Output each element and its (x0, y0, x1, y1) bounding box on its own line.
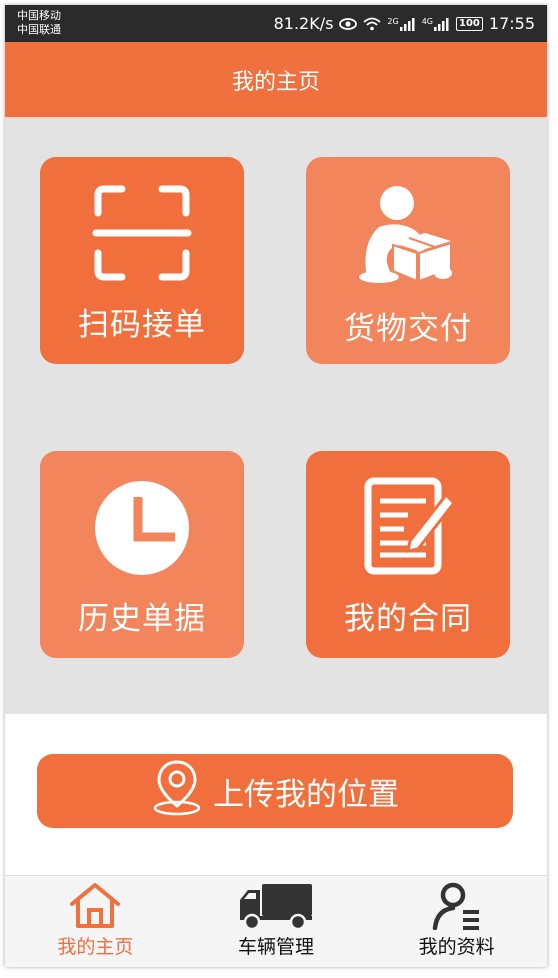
sim1-label: 2G (387, 16, 399, 26)
signal-icon-2: 4G (422, 17, 450, 31)
my-contract-tile[interactable]: 我的合同 (306, 451, 510, 658)
home-icon (5, 882, 186, 930)
truck-icon (186, 882, 367, 930)
bottom-nav: 我的主页 车辆管理 我的资料 (5, 875, 547, 967)
carrier-1: 中国移动 (17, 9, 61, 22)
carrier-2: 中国联通 (17, 23, 61, 36)
status-bar: 中国移动 中国联通 81.2K/s 2G 4G 100 17:55 (5, 5, 547, 42)
clock-icon (40, 479, 244, 577)
nav-item-home[interactable]: 我的主页 (5, 876, 186, 967)
upload-location-label: 上传我的位置 (213, 776, 399, 813)
carrier-info: 中国移动 中国联通 (17, 9, 61, 37)
battery-icon: 100 (456, 16, 483, 31)
sim2-label: 4G (421, 16, 434, 26)
clock-time: 17:55 (488, 14, 535, 33)
nav-label-vehicle: 车辆管理 (238, 936, 315, 958)
tile-label: 历史单据 (78, 601, 206, 637)
nav-item-vehicle[interactable]: 车辆管理 (186, 876, 367, 967)
app-frame: 中国移动 中国联通 81.2K/s 2G 4G 100 17:55 我的主页 扫… (5, 5, 547, 967)
network-speed: 81.2K/s (273, 14, 334, 33)
status-indicators: 81.2K/s 2G 4G 100 17:55 (274, 5, 535, 42)
delivery-person-icon (306, 183, 510, 293)
function-grid: 扫码接单 货物交付 历史单据 我的合同 (5, 117, 547, 714)
profile-list-icon (366, 882, 547, 930)
goods-delivery-tile[interactable]: 货物交付 (306, 157, 510, 364)
tile-label: 货物交付 (344, 311, 472, 347)
tile-label: 扫码接单 (78, 307, 206, 343)
upload-location-button[interactable]: 上传我的位置 (37, 754, 513, 828)
signal-icon: 2G (387, 17, 415, 31)
contract-edit-icon (306, 477, 510, 577)
wifi-icon (363, 17, 382, 31)
history-orders-tile[interactable]: 历史单据 (40, 451, 244, 658)
nav-label-home: 我的主页 (57, 936, 134, 958)
location-pin-icon (151, 758, 203, 824)
nav-label-profile: 我的资料 (418, 936, 495, 958)
scan-order-tile[interactable]: 扫码接单 (40, 157, 244, 364)
eye-icon (339, 17, 358, 31)
scan-icon (40, 183, 244, 283)
tile-label: 我的合同 (344, 601, 472, 637)
page-title: 我的主页 (231, 69, 320, 95)
page-header: 我的主页 (5, 42, 547, 117)
nav-item-profile[interactable]: 我的资料 (366, 876, 547, 967)
